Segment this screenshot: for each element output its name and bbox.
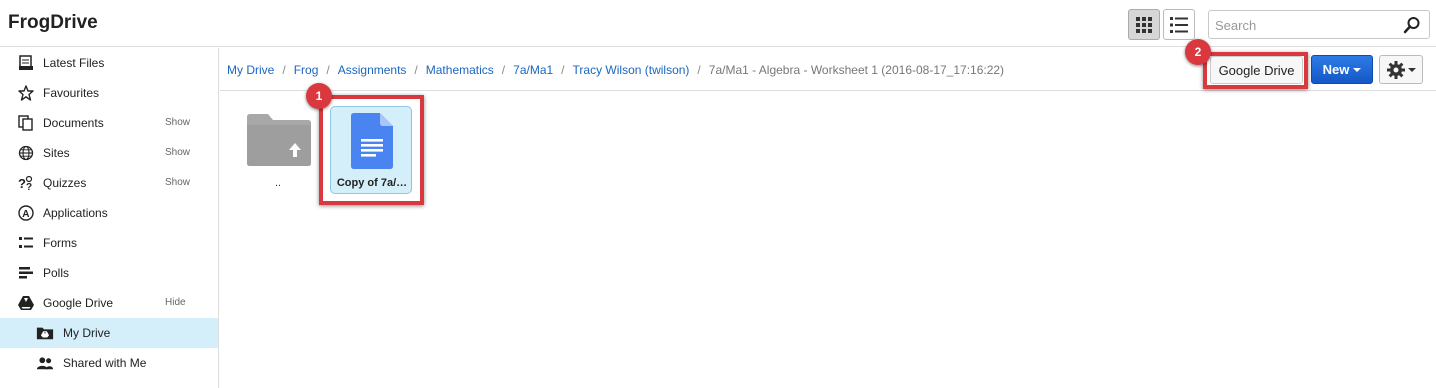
- file-browser: .. Copy of 7a/… 1: [220, 83, 1436, 388]
- svg-text:?: ?: [18, 176, 26, 191]
- breadcrumb-current: 7a/Ma1 - Algebra - Worksheet 1 (2016-08-…: [708, 63, 1005, 77]
- svg-text:?: ?: [26, 182, 32, 191]
- documents-icon: [17, 115, 35, 131]
- file-name: Copy of 7a/…: [336, 177, 408, 189]
- breadcrumb-link-frog[interactable]: Frog: [294, 63, 319, 77]
- google-drive-icon: [17, 295, 35, 311]
- google-drive-button[interactable]: Google Drive: [1210, 56, 1303, 84]
- folder-up-icon: [247, 114, 311, 166]
- polls-icon: [17, 265, 35, 281]
- sidebar-item-label: Shared with Me: [63, 356, 147, 370]
- search-input[interactable]: [1215, 15, 1395, 35]
- grid-icon: [1136, 16, 1152, 33]
- breadcrumb-separator: /: [282, 63, 286, 77]
- settings-menu-button[interactable]: [1379, 55, 1423, 84]
- new-button-label: New: [1322, 62, 1350, 77]
- star-icon: [17, 85, 35, 101]
- breadcrumb-separator: /: [501, 63, 506, 77]
- step-badge-1: 1: [306, 83, 332, 109]
- breadcrumb-separator: /: [414, 63, 418, 77]
- sidebar-item-quizzes[interactable]: ?? Quizzes Show: [0, 168, 218, 198]
- sidebar-item-label: Polls: [43, 266, 70, 280]
- forms-icon: [17, 235, 35, 251]
- new-button[interactable]: New: [1311, 55, 1373, 84]
- sidebar-item-latest-files[interactable]: Latest Files: [0, 48, 218, 78]
- breadcrumb-separator: /: [561, 63, 565, 77]
- breadcrumb-separator: /: [326, 63, 330, 77]
- show-sites-link[interactable]: Show: [165, 147, 190, 158]
- grid-view-button[interactable]: [1128, 9, 1160, 40]
- sidebar-item-label: Applications: [43, 206, 108, 220]
- chevron-down-icon: [1353, 67, 1362, 72]
- quiz-icon: ??: [17, 175, 35, 191]
- sidebar-item-my-drive[interactable]: My Drive: [0, 318, 218, 348]
- sidebar-item-shared-with-me[interactable]: Shared with Me: [0, 348, 218, 378]
- sidebar-item-label: Forms: [43, 236, 77, 250]
- sidebar-item-label: Latest Files: [43, 56, 105, 70]
- parent-folder-label: ..: [274, 177, 282, 189]
- google-docs-icon: [351, 113, 393, 169]
- chevron-down-icon: [1408, 67, 1416, 72]
- applications-icon: A: [17, 205, 35, 221]
- sidebar-item-google-drive[interactable]: Google Drive Hide: [0, 288, 218, 318]
- top-bar: FrogDrive: [0, 0, 1436, 47]
- search-box: [1208, 10, 1430, 39]
- gear-icon: [1387, 60, 1405, 79]
- sidebar-item-label: Documents: [43, 116, 104, 130]
- shared-people-icon: [36, 355, 54, 371]
- hide-google-drive-link[interactable]: Hide: [165, 297, 186, 308]
- file-item-google-doc[interactable]: Copy of 7a/…: [330, 106, 412, 194]
- sidebar-item-applications[interactable]: A Applications: [0, 198, 218, 228]
- sidebar-item-label: My Drive: [63, 326, 111, 340]
- breadcrumb-link-assignments[interactable]: Assignments: [338, 63, 407, 77]
- sidebar-item-label: Favourites: [43, 86, 100, 100]
- sidebar-item-documents[interactable]: Documents Show: [0, 108, 218, 138]
- sidebar-item-polls[interactable]: Polls: [0, 258, 218, 288]
- breadcrumb-link-my-drive[interactable]: My Drive: [227, 63, 274, 77]
- sidebar-item-favourites[interactable]: Favourites: [0, 78, 218, 108]
- sidebar-item-forms[interactable]: Forms: [0, 228, 218, 258]
- sidebar-item-label: Google Drive: [43, 296, 114, 310]
- my-drive-icon: [36, 325, 54, 341]
- breadcrumb-separator: /: [697, 63, 701, 77]
- parent-folder-item[interactable]: ..: [237, 106, 319, 194]
- sidebar-item-label: Quizzes: [43, 176, 87, 190]
- app-title: FrogDrive: [8, 12, 98, 33]
- svg-text:A: A: [22, 209, 29, 220]
- list-view-button[interactable]: [1163, 9, 1195, 40]
- sidebar: Latest Files Favourites Documents Show S…: [0, 48, 219, 388]
- sidebar-item-sites[interactable]: Sites Show: [0, 138, 218, 168]
- breadcrumb-bar: My Drive / Frog / Assignments / Mathematics / 7a…: [220, 39, 1436, 91]
- breadcrumb-link-7a-ma1[interactable]: 7a/Ma1: [513, 63, 553, 77]
- file-stack-icon: [17, 55, 35, 71]
- search-icon[interactable]: [1403, 16, 1421, 34]
- show-documents-link[interactable]: Show: [165, 117, 190, 128]
- breadcrumb: My Drive / Frog / Assignments / Mathematics / 7a…: [227, 63, 1004, 77]
- sidebar-item-label: Sites: [43, 146, 70, 160]
- list-icon: [1170, 16, 1188, 33]
- breadcrumb-link-tracy-wilson[interactable]: Tracy Wilson (twilson): [573, 63, 690, 77]
- step-badge-2: 2: [1185, 39, 1211, 65]
- globe-icon: [17, 145, 35, 161]
- show-quizzes-link[interactable]: Show: [165, 177, 190, 188]
- breadcrumb-link-mathematics[interactable]: Mathematics: [426, 63, 494, 77]
